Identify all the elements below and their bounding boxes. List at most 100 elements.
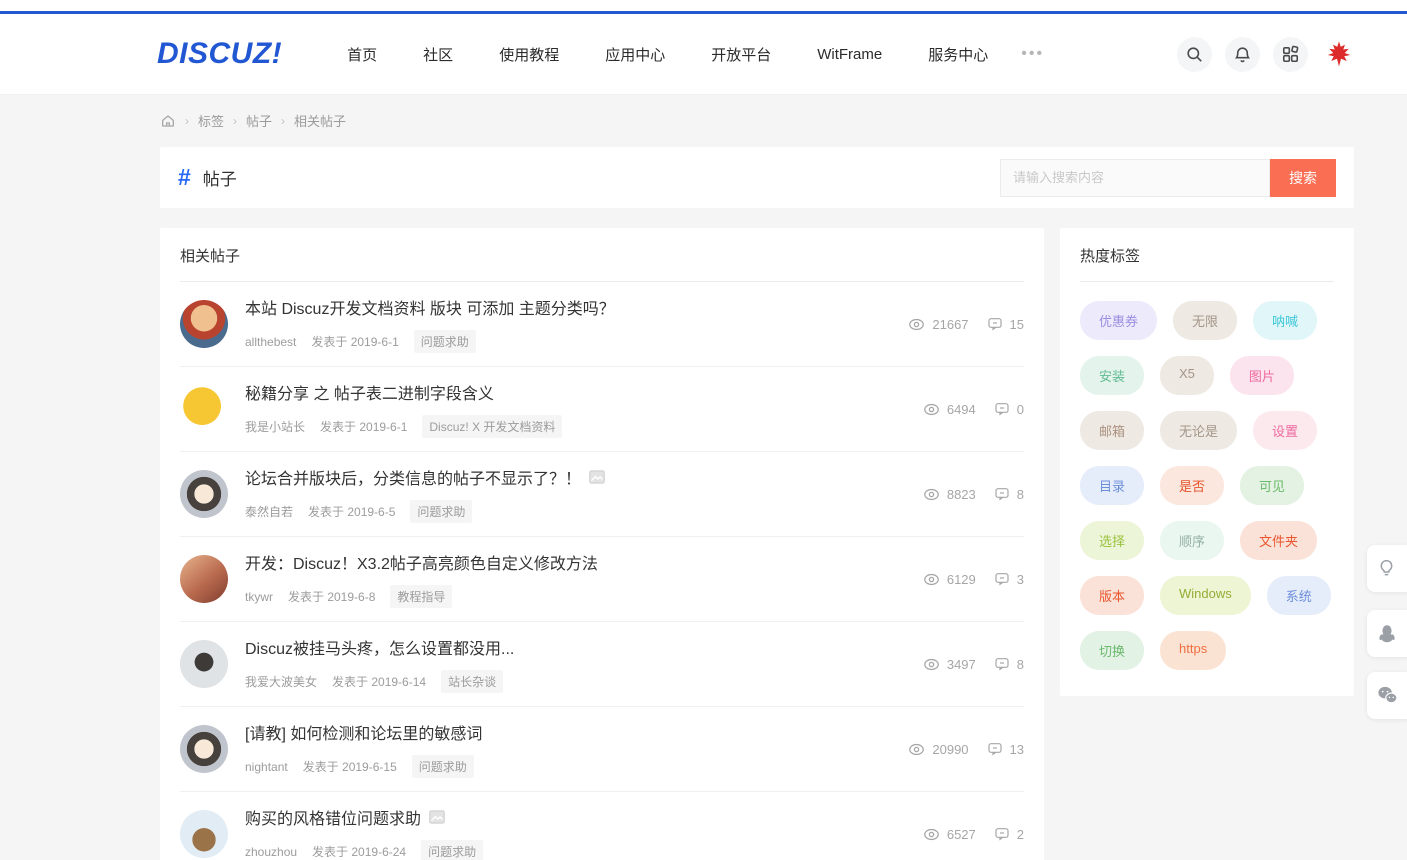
comments-bubble-icon xyxy=(994,656,1010,672)
hot-tag-pill[interactable]: 目录 xyxy=(1080,466,1144,505)
hot-tag-pill[interactable]: 版本 xyxy=(1080,576,1144,615)
post-category-tag[interactable]: 问题求助 xyxy=(410,500,472,523)
post-title-text[interactable]: Discuz被挂马头疼，怎么设置都没用... xyxy=(245,635,514,659)
post-author[interactable]: 泰然自若 xyxy=(245,503,293,520)
site-header: DISCUZ! 首页 社区 使用教程 应用中心 开放平台 WitFrame 服务… xyxy=(0,14,1407,95)
post-avatar[interactable] xyxy=(180,300,228,348)
post-title[interactable]: 秘籍分享 之 帖子表二进制字段含义 xyxy=(245,380,911,404)
post-row: 秘籍分享 之 帖子表二进制字段含义 我是小站长 发表于 2019-6-1 Dis… xyxy=(180,367,1024,452)
search-icon[interactable] xyxy=(1177,37,1212,72)
post-category-tag[interactable]: 问题求助 xyxy=(414,330,476,353)
post-avatar[interactable] xyxy=(180,470,228,518)
views-count: 3497 xyxy=(947,657,976,672)
wechat-contact-button[interactable] xyxy=(1367,672,1407,719)
hot-tag-pill[interactable]: 邮箱 xyxy=(1080,411,1144,450)
hot-tag-pill[interactable]: 切换 xyxy=(1080,631,1144,670)
notifications-bell-icon[interactable] xyxy=(1225,37,1260,72)
related-posts-title: 相关帖子 xyxy=(180,228,1024,282)
hot-tag-pill[interactable]: 呐喊 xyxy=(1253,301,1317,340)
hash-icon: # xyxy=(178,164,191,191)
hot-tag-pill[interactable]: 设置 xyxy=(1253,411,1317,450)
nav-item[interactable]: 首页 xyxy=(324,44,400,65)
comments-bubble-icon xyxy=(987,741,1003,757)
post-row: [请教] 如何检测和论坛里的敏感词 nightant 发表于 2019-6-15… xyxy=(180,707,1024,792)
hot-tag-pill[interactable]: 无论是 xyxy=(1160,411,1237,450)
post-title[interactable]: 购买的风格错位问题求助 xyxy=(245,805,911,829)
nav-item[interactable]: 服务中心 xyxy=(905,44,1011,65)
post-date: 发表于 2019-6-1 xyxy=(311,333,398,350)
main-nav: 首页 社区 使用教程 应用中心 开放平台 WitFrame 服务中心 ••• xyxy=(324,44,1054,65)
post-author[interactable]: allthebest xyxy=(245,335,296,349)
post-row: 本站 Discuz开发文档资料 版块 可添加 主题分类吗？ allthebest… xyxy=(180,282,1024,367)
post-date: 发表于 2019-6-24 xyxy=(312,843,406,860)
hot-tag-pill[interactable]: 优惠券 xyxy=(1080,301,1157,340)
post-author[interactable]: 我是小站长 xyxy=(245,418,305,435)
hot-tag-pill[interactable]: 顺序 xyxy=(1160,521,1224,560)
comments-count: 8 xyxy=(1017,487,1024,502)
search-button[interactable]: 搜索 xyxy=(1270,159,1336,197)
post-category-tag[interactable]: 问题求助 xyxy=(412,755,474,778)
post-row: 购买的风格错位问题求助 zhouzhou 发表于 2019-6-24 问题求助 xyxy=(180,792,1024,860)
hot-tag-pill[interactable]: 无限 xyxy=(1173,301,1237,340)
post-avatar[interactable] xyxy=(180,385,228,433)
breadcrumb-item[interactable]: 标签 xyxy=(198,111,224,130)
discuz-logo[interactable]: DISCUZ! xyxy=(157,37,282,71)
post-title-text[interactable]: [请教] 如何检测和论坛里的敏感词 xyxy=(245,720,482,744)
hot-tag-pill[interactable]: 是否 xyxy=(1160,466,1224,505)
hot-tag-pill[interactable]: Windows xyxy=(1160,576,1251,615)
breadcrumb-item[interactable]: 帖子 xyxy=(246,111,272,130)
comments-count: 2 xyxy=(1017,827,1024,842)
nav-more-icon[interactable]: ••• xyxy=(1011,45,1054,63)
feedback-lightbulb-button[interactable] xyxy=(1367,545,1407,592)
post-avatar[interactable] xyxy=(180,810,228,858)
post-title[interactable]: 论坛合并版块后，分类信息的帖子不显示了？！ xyxy=(245,465,911,489)
post-category-tag[interactable]: 站长杂谈 xyxy=(441,670,503,693)
post-category-tag[interactable]: Discuz! X 开发文档资料 xyxy=(422,415,562,438)
hot-tag-pill[interactable]: 安装 xyxy=(1080,356,1144,395)
nav-item[interactable]: WitFrame xyxy=(794,46,905,63)
post-date: 发表于 2019-6-15 xyxy=(303,758,397,775)
post-title-text[interactable]: 开发：Discuz！X3.2帖子高亮颜色自定义修改方法 xyxy=(245,550,598,574)
post-row: Discuz被挂马头疼，怎么设置都没用... 我爱大波美女 发表于 2019-6… xyxy=(180,622,1024,707)
post-avatar[interactable] xyxy=(180,640,228,688)
breadcrumb-separator: › xyxy=(233,114,237,128)
hot-tag-pill[interactable]: 系统 xyxy=(1267,576,1331,615)
post-title[interactable]: [请教] 如何检测和论坛里的敏感词 xyxy=(245,720,896,744)
apps-grid-icon[interactable] xyxy=(1273,37,1308,72)
hot-tag-pill[interactable]: 图片 xyxy=(1230,356,1294,395)
views-eye-icon xyxy=(923,401,940,418)
nav-item[interactable]: 开放平台 xyxy=(688,44,794,65)
post-author[interactable]: 我爱大波美女 xyxy=(245,673,317,690)
post-title[interactable]: Discuz被挂马头疼，怎么设置都没用... xyxy=(245,635,911,659)
post-title-text[interactable]: 论坛合并版块后，分类信息的帖子不显示了？！ xyxy=(245,465,581,489)
post-author[interactable]: zhouzhou xyxy=(245,845,297,859)
search-input[interactable] xyxy=(1000,159,1270,197)
home-icon[interactable] xyxy=(160,113,176,129)
views-count: 8823 xyxy=(947,487,976,502)
nav-item[interactable]: 社区 xyxy=(400,44,476,65)
hot-tag-pill[interactable]: X5 xyxy=(1160,356,1214,395)
post-title-text[interactable]: 购买的风格错位问题求助 xyxy=(245,805,421,829)
post-author[interactable]: nightant xyxy=(245,760,288,774)
post-author[interactable]: tkywr xyxy=(245,590,273,604)
breadcrumb-item[interactable]: 相关帖子 xyxy=(294,111,346,130)
views-eye-icon xyxy=(923,486,940,503)
hot-tag-pill[interactable]: 选择 xyxy=(1080,521,1144,560)
nav-item[interactable]: 应用中心 xyxy=(582,44,688,65)
nav-item[interactable]: 使用教程 xyxy=(476,44,582,65)
post-title-text[interactable]: 秘籍分享 之 帖子表二进制字段含义 xyxy=(245,380,494,404)
post-date: 发表于 2019-6-5 xyxy=(308,503,395,520)
hot-tag-pill[interactable]: 文件夹 xyxy=(1240,521,1317,560)
post-category-tag[interactable]: 问题求助 xyxy=(421,840,483,860)
post-avatar[interactable] xyxy=(180,555,228,603)
post-title-text[interactable]: 本站 Discuz开发文档资料 版块 可添加 主题分类吗？ xyxy=(245,295,615,319)
post-avatar[interactable] xyxy=(180,725,228,773)
post-category-tag[interactable]: 教程指导 xyxy=(390,585,452,608)
user-avatar-maple-leaf[interactable] xyxy=(1321,36,1357,72)
post-title[interactable]: 开发：Discuz！X3.2帖子高亮颜色自定义修改方法 xyxy=(245,550,911,574)
post-row: 开发：Discuz！X3.2帖子高亮颜色自定义修改方法 tkywr 发表于 20… xyxy=(180,537,1024,622)
qq-contact-button[interactable] xyxy=(1367,610,1407,657)
hot-tag-pill[interactable]: https xyxy=(1160,631,1226,670)
hot-tag-pill[interactable]: 可见 xyxy=(1240,466,1304,505)
post-title[interactable]: 本站 Discuz开发文档资料 版块 可添加 主题分类吗？ xyxy=(245,295,896,319)
